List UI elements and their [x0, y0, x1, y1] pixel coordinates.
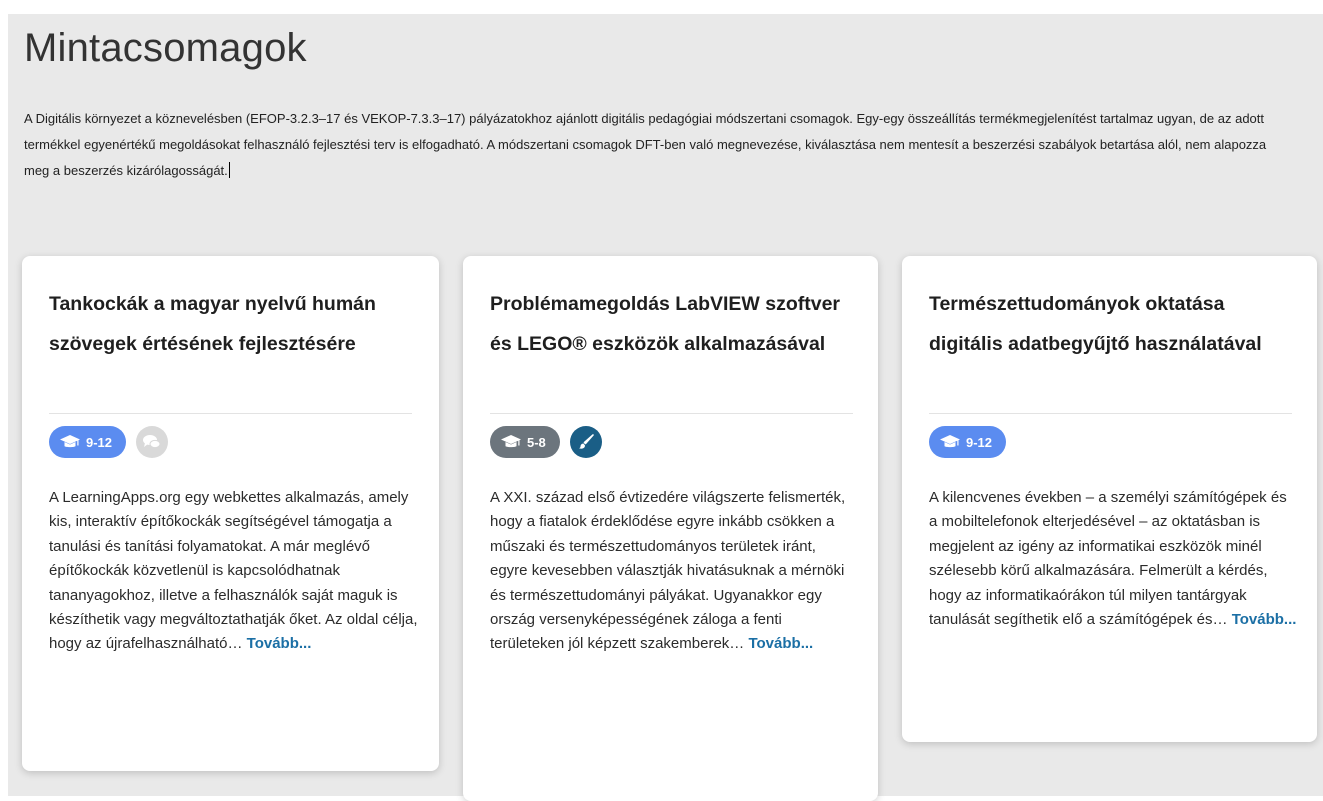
intro-paragraph: A Digitális környezet a köznevelésben (E… — [24, 106, 1284, 184]
intro-text: A Digitális környezet a köznevelésben (E… — [24, 111, 1267, 178]
card-divider — [929, 413, 1292, 414]
package-card[interactable]: Problémamegoldás LabVIEW szoftver és LEG… — [463, 256, 878, 801]
card-divider — [490, 413, 853, 414]
card-title[interactable]: Problémamegoldás LabVIEW szoftver és LEG… — [490, 284, 840, 364]
graduation-cap-icon — [60, 435, 80, 448]
card-description: A LearningApps.org egy webkettes alkalma… — [49, 486, 419, 657]
badge-row: 5-8 — [490, 426, 602, 458]
card-description: A XXI. század első évtizedére világszert… — [490, 486, 855, 657]
badge-row: 9-12 — [929, 426, 1007, 458]
package-card[interactable]: Tankockák a magyar nyelvű humán szövegek… — [22, 256, 439, 771]
card-description: A kilencvenes években – a személyi számí… — [929, 486, 1297, 632]
card-divider — [49, 413, 412, 414]
card-description-text: A LearningApps.org egy webkettes alkalma… — [49, 489, 418, 653]
chat-bubbles-icon — [136, 426, 169, 458]
package-card[interactable]: Természettudományok oktatása digitális a… — [902, 256, 1317, 742]
text-cursor — [228, 162, 230, 178]
grade-label: 9-12 — [966, 434, 993, 450]
card-description-text: A XXI. század első évtizedére világszert… — [490, 489, 846, 653]
more-link[interactable]: Tovább... — [748, 635, 813, 652]
page-title: Mintacsomagok — [24, 26, 307, 70]
more-link[interactable]: Tovább... — [1232, 611, 1297, 628]
grade-badge: 9-12 — [49, 426, 127, 458]
card-title[interactable]: Tankockák a magyar nyelvű humán szövegek… — [49, 284, 399, 364]
badge-row: 9-12 — [49, 426, 169, 458]
grade-badge: 5-8 — [490, 426, 560, 458]
graduation-cap-icon — [940, 435, 960, 448]
card-title[interactable]: Természettudományok oktatása digitális a… — [929, 284, 1279, 364]
more-link[interactable]: Tovább... — [247, 635, 312, 652]
paintbrush-icon — [569, 426, 602, 458]
card-description-text: A kilencvenes években – a személyi számí… — [929, 489, 1287, 629]
grade-badge: 9-12 — [929, 426, 1007, 458]
grade-label: 9-12 — [86, 434, 113, 450]
grade-label: 5-8 — [527, 434, 546, 450]
graduation-cap-icon — [501, 435, 521, 448]
